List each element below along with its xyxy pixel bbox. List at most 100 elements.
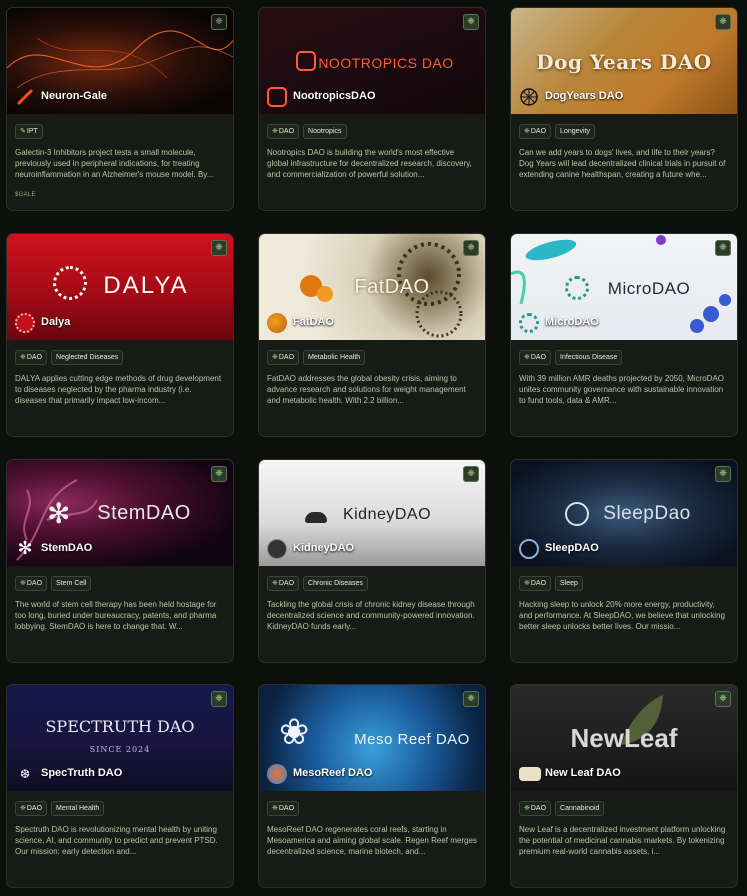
card-description: MesoReef DAO regenerates coral reefs, st… — [267, 825, 477, 856]
project-card-spectruth-dao[interactable]: SPECTRUTH DAO SINCE 2024 ❈ ❆ SpecTruth D… — [6, 684, 234, 888]
dao-icon: ❈ — [272, 804, 278, 812]
card-title: Dalya — [41, 316, 71, 328]
card-description: DALYA applies cutting edge methods of dr… — [15, 374, 222, 405]
dao-icon: ❈ — [524, 804, 530, 812]
dao-icon: ❈ — [272, 353, 278, 361]
dao-icon: ❈ — [272, 127, 278, 135]
project-card-nootropicsdao[interactable]: NOOTROPICS DAO ❈ NootropicsDAO ❈DAO Nootr… — [258, 7, 486, 211]
tag-dao: ❈DAO — [15, 576, 48, 591]
project-card-neuron-gale[interactable]: ❈ Neuron-Gale ✎IPT Galectin-3 Inhibitors… — [6, 7, 234, 211]
tag-dao: ❈DAO — [267, 576, 300, 591]
card-title: Neuron-Gale — [41, 90, 108, 102]
dao-icon: ❈ — [20, 579, 26, 587]
neuron-gale-logo-icon — [15, 87, 35, 107]
card-description: Spectruth DAO is revolutionizing mental … — [15, 825, 218, 856]
tag-category: Mental Health — [51, 801, 105, 816]
chain-icon: ❈ — [715, 691, 731, 707]
card-description: FatDAO addresses the global obesity cris… — [267, 374, 466, 405]
chain-icon: ❈ — [211, 240, 227, 256]
microdao-logo-icon — [519, 313, 539, 333]
card-description: Nootropics DAO is building the world's m… — [267, 148, 472, 179]
project-card-microdao[interactable]: MicroDAO ❈ MicroDAO ❈DAO Infectious Disea… — [510, 233, 738, 437]
card-description: With 39 million AMR deaths projected by … — [519, 374, 724, 405]
token-symbol: $GALE — [15, 192, 36, 198]
tag-category: Stem Cell — [51, 576, 92, 591]
chain-icon: ❈ — [463, 466, 479, 482]
card-tags: ❈DAO Metabolic Health — [267, 350, 369, 365]
kidneydao-logo-icon — [267, 539, 287, 559]
dao-grid: ❈ Neuron-Gale ✎IPT Galectin-3 Inhibitors… — [0, 0, 747, 896]
tag-category: Chronic Diseases — [303, 576, 368, 591]
banner-title: NOOTROPICS DAO — [318, 55, 454, 71]
tag-dao: ❈DAO — [519, 801, 552, 816]
project-card-dalya[interactable]: DALYA ❈ Dalya ❈DAO Neglected Diseases DAL… — [6, 233, 234, 437]
banner-title: StemDAO — [97, 502, 191, 524]
card-description: The world of stem cell therapy has been … — [15, 600, 217, 631]
pen-icon: ✎ — [20, 127, 26, 135]
card-description: Hacking sleep to unlock 20% more energy,… — [519, 600, 725, 631]
tag-dao: ❈DAO — [267, 350, 300, 365]
tag-category: Nootropics — [303, 124, 347, 139]
project-card-kidneydao[interactable]: KidneyDAO ❈ KidneyDAO ❈DAO Chronic Diseas… — [258, 459, 486, 663]
tag-dao: ❈DAO — [519, 350, 552, 365]
tag-label: DAO — [278, 354, 295, 361]
card-tags: ❈DAO Longevity — [519, 124, 599, 139]
spectruth-logo-icon: ❆ — [19, 767, 31, 781]
card-description: New Leaf is a decentralized investment p… — [519, 825, 726, 856]
card-title: MesoReef DAO — [293, 767, 373, 779]
tag-label: DAO — [530, 580, 547, 587]
tag-dao: ❈DAO — [519, 124, 552, 139]
dao-icon: ❈ — [524, 127, 530, 135]
tag-label: IPT — [26, 128, 38, 135]
chain-icon: ❈ — [463, 240, 479, 256]
card-tags: ✎IPT — [15, 124, 47, 139]
card-description: Tackling the global crisis of chronic ki… — [267, 600, 475, 631]
project-card-fatdao[interactable]: FatDAO ❈ FatDAO ❈DAO Metabolic Health Fat… — [258, 233, 486, 437]
tag-category: Metabolic Health — [303, 350, 366, 365]
card-tags: ❈DAO — [267, 801, 303, 816]
card-tags: ❈DAO Stem Cell — [15, 576, 95, 591]
tag-dao: ❈DAO — [15, 801, 48, 816]
tag-dao: ❈DAO — [519, 576, 552, 591]
banner-title: NewLeaf — [570, 723, 678, 753]
tag-label: DAO — [278, 128, 295, 135]
card-title: NootropicsDAO — [293, 90, 376, 102]
card-tags: ❈DAO Nootropics — [267, 124, 351, 139]
tag-label: DAO — [26, 805, 43, 812]
card-tags: ❈DAO Sleep — [519, 576, 587, 591]
card-tags: ❈DAO Mental Health — [15, 801, 108, 816]
tag-label: DAO — [530, 128, 547, 135]
card-title: SleepDAO — [545, 542, 599, 554]
project-card-mesoreef-dao[interactable]: ❀ Meso Reef DAO ❈ MesoReef DAO ❈DAO Meso… — [258, 684, 486, 888]
card-tags: ❈DAO Cannabinoid — [519, 801, 608, 816]
chain-icon: ❈ — [211, 466, 227, 482]
project-card-new-leaf-dao[interactable]: NewLeaf ❈ New Leaf DAO ❈DAO Cannabinoid N… — [510, 684, 738, 888]
banner-title: FatDAO — [354, 276, 430, 298]
tag-label: DAO — [530, 354, 547, 361]
chain-icon: ❈ — [211, 691, 227, 707]
tag-dao: ❈DAO — [267, 801, 300, 816]
project-card-dogyears-dao[interactable]: Dog Years DAO ❈ DogYears DAO ❈DAO Longevi… — [510, 7, 738, 211]
card-tags: ❈DAO Infectious Disease — [519, 350, 626, 365]
chain-icon: ❈ — [715, 14, 731, 30]
fatdao-logo-icon — [267, 313, 287, 333]
banner-title: MicroDAO — [607, 279, 691, 298]
tag-dao: ❈DAO — [267, 124, 300, 139]
chain-icon: ❈ — [463, 14, 479, 30]
chain-icon: ❈ — [715, 466, 731, 482]
card-title: DogYears DAO — [545, 90, 624, 102]
project-card-stemdao[interactable]: ✻ StemDAO ❈ ✻ StemDAO ❈DAO Stem Cell The … — [6, 459, 234, 663]
tag-ipt: ✎IPT — [15, 124, 43, 139]
newleaf-logo-icon — [519, 767, 541, 781]
banner-subtitle: SINCE 2024 — [89, 745, 151, 754]
tag-category: Infectious Disease — [555, 350, 623, 365]
chain-icon: ❈ — [211, 14, 227, 30]
card-title: KidneyDAO — [293, 542, 355, 554]
tag-category: Longevity — [555, 124, 596, 139]
card-title: New Leaf DAO — [545, 767, 621, 779]
dao-icon: ❈ — [20, 353, 26, 361]
card-title: MicroDAO — [545, 316, 599, 328]
project-card-sleepdao[interactable]: SleepDao ❈ SleepDAO ❈DAO Sleep Hacking sl… — [510, 459, 738, 663]
dao-icon: ❈ — [20, 804, 26, 812]
tag-dao: ❈DAO — [15, 350, 48, 365]
